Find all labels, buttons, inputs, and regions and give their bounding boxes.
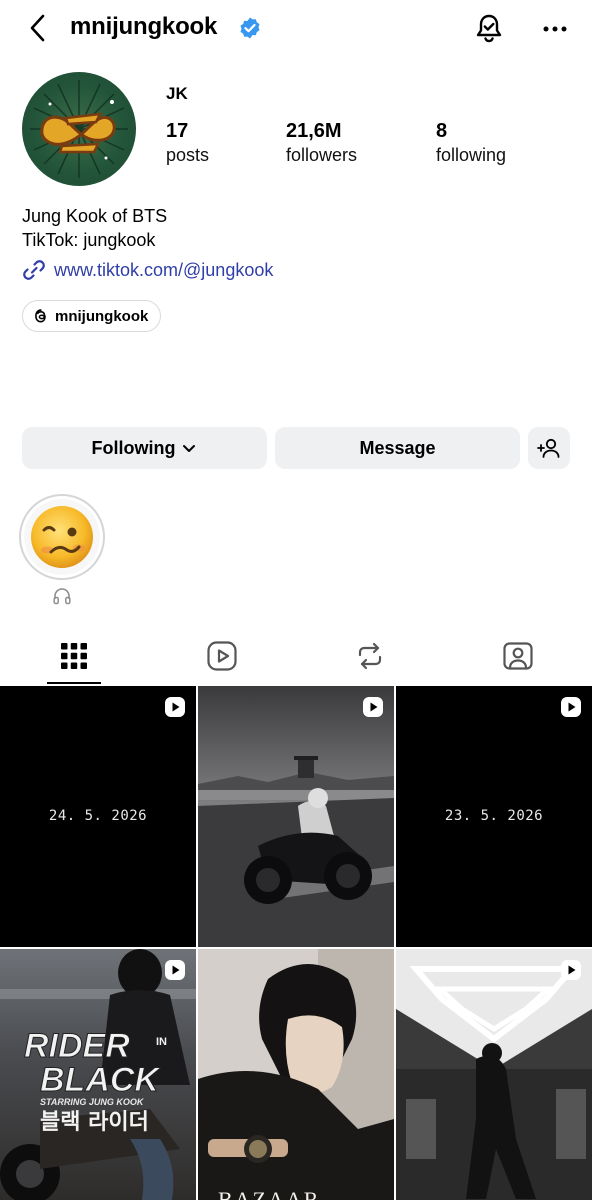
gym-photo-image [396,949,592,1200]
post-tile[interactable]: BAZAAR [198,949,394,1200]
post-date-text: 23. 5. 2026 [444,808,544,824]
woozy-face-emoji-icon [31,506,93,568]
reels-icon [207,641,237,671]
verified-badge-icon [240,17,260,39]
post-tile[interactable] [198,686,394,947]
bell-check-icon [476,14,502,43]
profile-avatar[interactable] [22,72,136,186]
poster-korean-title-text: 블랙 라이더 [40,1110,149,1135]
back-button[interactable] [22,12,52,44]
more-horizontal-icon [543,26,567,32]
stat-value: 8 [436,120,448,142]
motorcycle-photo-image [198,686,394,947]
reel-indicator-icon [561,697,581,717]
poster-subtitle-text: STARRING JUNG KOOK [40,1097,145,1107]
following-button[interactable]: Following [22,427,267,469]
post-date-text: 24. 5. 2026 [48,808,148,824]
bio-line: TikTok: jungkook [22,230,156,250]
tagged-icon [503,642,533,670]
stat-label: following [436,145,507,165]
following-button-label: Following [91,437,176,458]
bio-line: Jung Kook of BTS [22,206,168,226]
reel-indicator-icon [363,697,383,717]
tab-reposts[interactable] [296,626,444,686]
reel-indicator-icon [165,960,185,980]
reel-indicator-icon [165,697,185,717]
message-button[interactable]: Message [275,427,520,469]
threads-handle: mnijungkook [55,307,149,325]
display-name: JK [166,84,188,103]
tab-posts-grid[interactable] [0,626,148,686]
more-options-button[interactable] [538,12,572,46]
add-user-icon [537,438,560,458]
link-icon [23,260,45,280]
profile-username: mnijungkook [70,13,218,40]
profile-link-text[interactable]: www.tiktok.com/@jungkook [54,260,273,281]
message-button-label: Message [359,437,436,458]
profile-link[interactable]: www.tiktok.com/@jungkook [22,258,273,282]
stat-posts[interactable]: 17 posts [166,120,209,166]
stat-value: 17 [166,120,189,142]
chevron-down-icon [183,445,196,452]
avatar-logo-icon [30,80,128,178]
rider-in-black-poster-image: RIDER IN BLACK STARRING JUNG KOOK 블랙 라이더 [0,949,196,1200]
chevron-left-icon [30,14,45,42]
repost-icon [358,642,382,670]
profile-header: mnijungkook [0,0,592,56]
notifications-button[interactable] [472,12,506,46]
stat-value: 21,6M [286,120,342,142]
tab-tagged[interactable] [444,626,592,686]
profile-tabs [0,626,592,686]
stat-following[interactable]: 8 following [436,120,506,166]
headphones-icon [53,588,71,605]
active-tab-indicator [47,682,101,684]
post-tile[interactable]: RIDER IN BLACK STARRING JUNG KOOK 블랙 라이더 [0,949,196,1200]
grid-icon [61,643,87,669]
magazine-portrait-image: BAZAAR [198,949,394,1200]
poster-title-text: IN [156,1036,167,1048]
post-tile[interactable]: 24. 5. 2026 [0,686,196,947]
magazine-logo-text: BAZAAR [218,1187,320,1200]
poster-title-text: RIDER [24,1027,130,1065]
threads-icon [35,309,46,323]
threads-badge[interactable]: mnijungkook [22,300,162,332]
poster-title-text: BLACK [40,1061,161,1099]
stat-label: posts [166,145,210,165]
highlight-cover [24,499,100,575]
suggested-users-button[interactable] [528,427,570,469]
post-tile[interactable] [396,949,592,1200]
reel-indicator-icon [561,960,581,980]
story-highlight[interactable] [19,494,105,580]
stat-label: followers [286,145,358,165]
profile-bio: Jung Kook of BTS TikTok: jungkook [22,204,167,252]
tab-reels[interactable] [148,626,296,686]
stat-followers[interactable]: 21,6M followers [286,120,357,166]
post-tile[interactable]: 23. 5. 2026 [396,686,592,947]
